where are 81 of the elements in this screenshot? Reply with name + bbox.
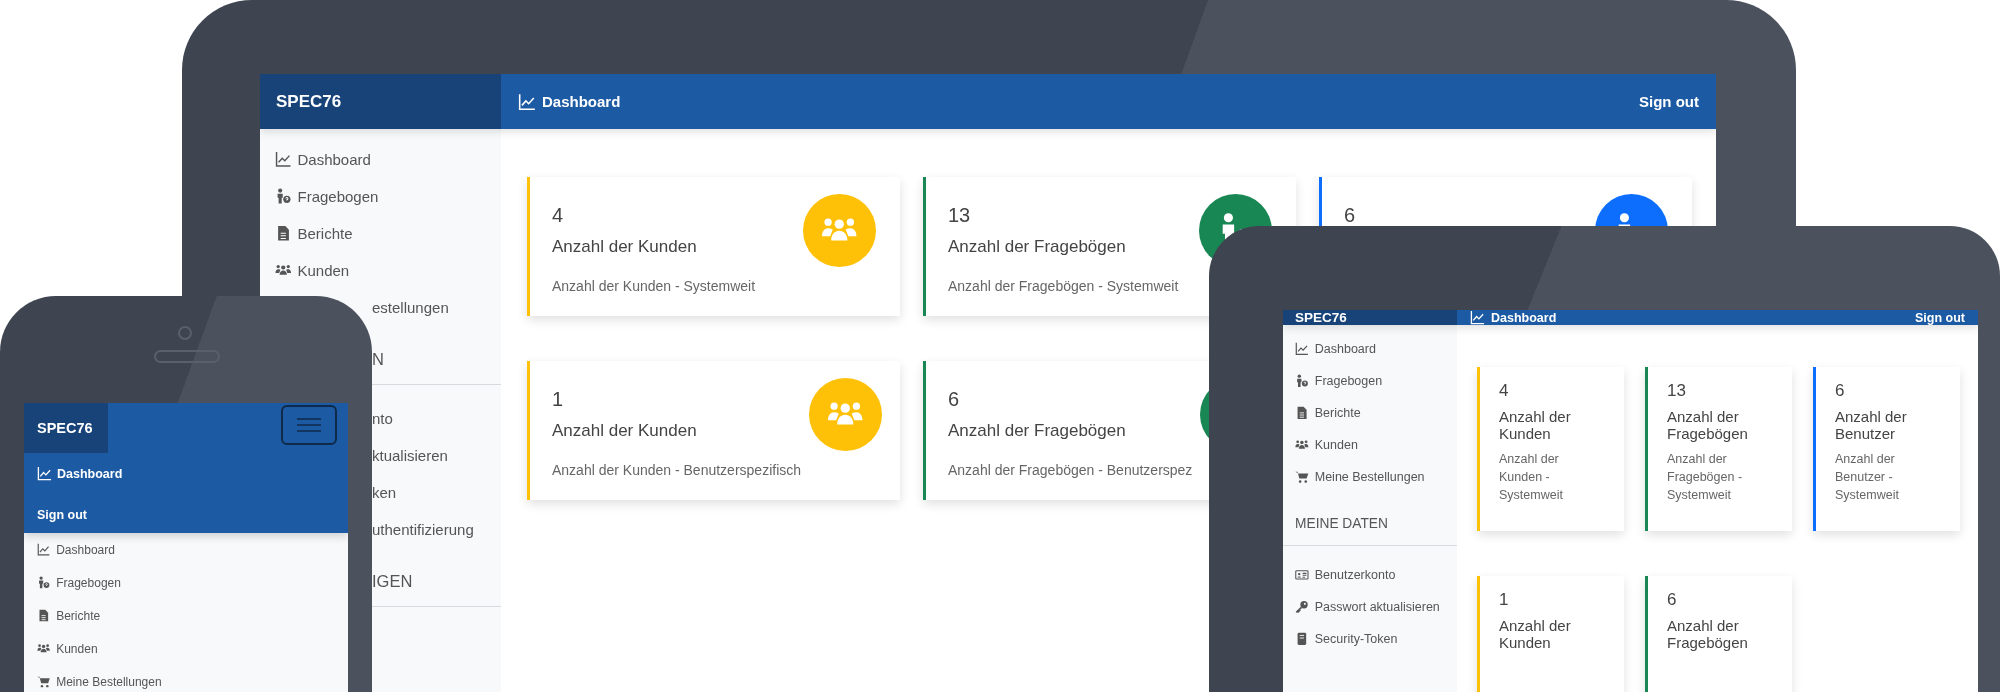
sidebar-item[interactable]: ktualisieren xyxy=(372,437,448,474)
stat-description: Anzahl der Fragebögen - Systemweit xyxy=(1667,451,1744,504)
sidebar-item[interactable]: Security-Token xyxy=(1283,623,1398,655)
stat-title: Anzahl der Kunden xyxy=(1499,409,1572,442)
person-question-icon xyxy=(1295,374,1309,388)
sidebar-heading: IGEN xyxy=(372,571,413,592)
stat-description: Anzahl der Kunden - Benutzerspezifisch xyxy=(552,461,802,479)
brand-logo: SPEC76 xyxy=(24,403,108,453)
cart-icon xyxy=(1295,470,1309,484)
brand-logo: SPEC76 xyxy=(260,74,501,129)
brand-logo: SPEC76 xyxy=(1283,310,1457,325)
nav-link[interactable]: Dashboard xyxy=(24,453,123,494)
sign-out-link[interactable]: Sign out xyxy=(1639,93,1699,110)
sidebar-heading: MEINE DATEN xyxy=(1294,514,1388,533)
document-icon xyxy=(1295,406,1309,420)
speaker-grille xyxy=(154,350,220,363)
sidebar-item[interactable]: Dashboard xyxy=(24,533,115,566)
sign-out-link[interactable]: Sign out xyxy=(1915,310,1965,325)
sidebar-heading: N xyxy=(372,349,384,370)
key-icon xyxy=(1295,600,1309,614)
sidebar-item[interactable]: nto xyxy=(372,400,393,437)
stat-value: 6 xyxy=(948,387,961,411)
stat-title: Anzahl der Benutzer xyxy=(1835,409,1908,442)
stat-description: Anzahl der Fragebögen - Benutzerspez xyxy=(948,461,1193,479)
stat-description: Anzahl der Kunden - Systemweit xyxy=(1499,451,1564,504)
chart-icon xyxy=(1295,342,1309,356)
sidebar-item[interactable]: Benutzerkonto xyxy=(1283,559,1396,591)
sidebar-item[interactable]: Passwort aktualisieren xyxy=(1283,591,1440,623)
menu-icon xyxy=(296,417,322,433)
sidebar-item[interactable]: uthentifizierung xyxy=(372,511,474,548)
sidebar-item[interactable]: Kunden xyxy=(1283,429,1358,461)
stat-value: 1 xyxy=(1499,590,1510,610)
stat-title: Anzahl der Fragebögen xyxy=(1667,618,1747,651)
stat-title: Anzahl der Fragebögen xyxy=(1667,409,1747,442)
person-question-icon xyxy=(37,575,51,590)
stat-value: 6 xyxy=(1667,590,1678,610)
sidebar-item[interactable]: Meine Bestellungen xyxy=(24,665,162,692)
stat-value: 6 xyxy=(1835,381,1846,401)
stat-title: Anzahl der Fragebögen xyxy=(948,236,1127,258)
nav-link[interactable]: Dashboard xyxy=(1470,310,1557,325)
stat-description: Anzahl der Fragebögen - Systemweit xyxy=(948,277,1179,295)
stat-value: 6 xyxy=(1344,203,1357,227)
person-question-icon xyxy=(275,188,292,205)
menu-button[interactable] xyxy=(281,405,337,445)
sidebar-item[interactable]: Kunden xyxy=(24,632,98,665)
stat-value: 4 xyxy=(552,203,565,227)
sidebar-item[interactable]: Berichte xyxy=(1283,397,1361,429)
stat-value: 1 xyxy=(552,387,565,411)
stat-title: Anzahl der Kunden xyxy=(1499,618,1572,651)
stat-value: 13 xyxy=(948,203,972,227)
sidebar-item[interactable]: Berichte xyxy=(260,215,353,252)
document-icon xyxy=(275,225,292,242)
nav-link[interactable]: Dashboard xyxy=(518,92,621,111)
chart-icon xyxy=(37,466,52,481)
stat-value: 13 xyxy=(1667,381,1687,401)
sidebar-item[interactable]: Fragebogen xyxy=(1283,365,1383,397)
stat-description: Anzahl der Kunden - Systemweit xyxy=(552,277,756,295)
camera xyxy=(178,326,192,340)
nav-link[interactable]: Sign out xyxy=(24,494,87,535)
token-icon xyxy=(1295,632,1309,646)
stat-title: Anzahl der Kunden xyxy=(552,420,698,442)
sidebar-item[interactable]: Kunden xyxy=(260,252,350,289)
sidebar-item[interactable]: estellungen xyxy=(372,289,449,326)
chart-icon xyxy=(275,151,292,168)
stat-description: Anzahl der Benutzer - Systemweit xyxy=(1835,451,1900,504)
sidebar-item[interactable]: Berichte xyxy=(24,599,101,632)
cart-icon xyxy=(37,674,51,689)
sidebar-item[interactable]: Dashboard xyxy=(1283,333,1376,365)
sidebar-item[interactable]: Dashboard xyxy=(260,141,371,178)
chart-icon xyxy=(518,92,536,111)
sidebar-item[interactable]: Fragebogen xyxy=(260,178,379,215)
sidebar-item[interactable]: ken xyxy=(372,474,397,511)
id-card-icon xyxy=(1295,568,1309,582)
document-icon xyxy=(37,608,51,623)
users-icon xyxy=(1295,438,1309,452)
sidebar-item[interactable]: Fragebogen xyxy=(24,566,121,599)
stat-value: 4 xyxy=(1499,381,1510,401)
stat-title: Anzahl der Kunden xyxy=(552,236,698,258)
stat-title: Anzahl der Fragebögen xyxy=(948,420,1127,442)
chart-icon xyxy=(37,542,51,557)
sidebar-item[interactable]: Meine Bestellungen xyxy=(1283,461,1425,493)
